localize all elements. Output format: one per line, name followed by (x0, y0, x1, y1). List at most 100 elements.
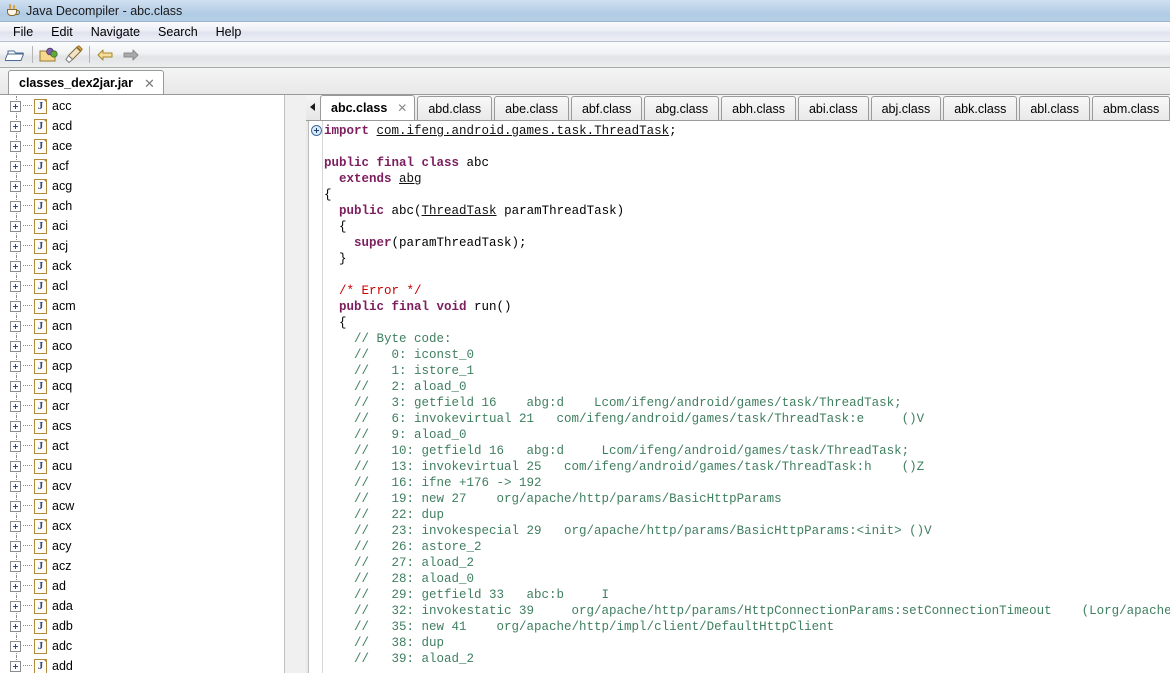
expand-plus-icon[interactable] (10, 221, 21, 232)
tree-item-acm[interactable]: Jacm (0, 296, 285, 316)
tree-item-acv[interactable]: Jacv (0, 476, 285, 496)
expand-plus-icon[interactable] (10, 321, 21, 332)
tab-label: abk.class (954, 102, 1006, 116)
tree-item-acu[interactable]: Jacu (0, 456, 285, 476)
tree-item-ace[interactable]: Jace (0, 136, 285, 156)
menu-item-help[interactable]: Help (207, 23, 251, 41)
tree-item-acw[interactable]: Jacw (0, 496, 285, 516)
expand-plus-icon[interactable] (10, 121, 21, 132)
tree-item-ack[interactable]: Jack (0, 256, 285, 276)
menu-item-search[interactable]: Search (149, 23, 207, 41)
expand-plus-icon[interactable] (10, 401, 21, 412)
code-token-lnk[interactable]: abg (399, 172, 422, 186)
folding-gutter[interactable] (306, 121, 323, 673)
tree-item-acd[interactable]: Jacd (0, 116, 285, 136)
expand-plus-icon[interactable] (10, 201, 21, 212)
jar-tab-strip: classes_dex2jar.jar ✕ (0, 68, 1170, 95)
code-area[interactable]: import com.ifeng.android.games.task.Thre… (306, 121, 1170, 673)
tree-item-add[interactable]: Jadd (0, 656, 285, 673)
tree-item-acf[interactable]: Jacf (0, 156, 285, 176)
tree-item-acy[interactable]: Jacy (0, 536, 285, 556)
tree-item-adc[interactable]: Jadc (0, 636, 285, 656)
expand-plus-icon[interactable] (10, 141, 21, 152)
tab-abe-class[interactable]: abe.class (494, 96, 569, 120)
tree-item-acr[interactable]: Jacr (0, 396, 285, 416)
open-file-icon[interactable] (5, 44, 27, 66)
brush-icon[interactable] (62, 44, 84, 66)
jar-tab-classes-dex2jar[interactable]: classes_dex2jar.jar ✕ (8, 70, 164, 95)
expand-plus-icon[interactable] (10, 361, 21, 372)
tab-abc-class[interactable]: abc.class✕ (320, 95, 415, 120)
code-token-cmt: // 32: invokestatic 39 org/apache/http/p… (354, 604, 1170, 618)
tree-item-acs[interactable]: Jacs (0, 416, 285, 436)
source-code-text[interactable]: import com.ifeng.android.games.task.Thre… (324, 121, 1170, 673)
expand-plus-icon[interactable] (10, 621, 21, 632)
expand-plus-icon[interactable] (10, 601, 21, 612)
expand-plus-icon[interactable] (10, 181, 21, 192)
tree-item-ada[interactable]: Jada (0, 596, 285, 616)
expand-plus-icon[interactable] (10, 261, 21, 272)
tree-item-aco[interactable]: Jaco (0, 336, 285, 356)
expand-plus-icon[interactable] (10, 161, 21, 172)
expand-plus-icon[interactable] (10, 101, 21, 112)
expand-plus-icon[interactable] (10, 641, 21, 652)
expand-plus-icon[interactable] (10, 581, 21, 592)
java-class-file-icon: J (34, 239, 47, 254)
tree-item-acx[interactable]: Jacx (0, 516, 285, 536)
tree-item-acc[interactable]: Jacc (0, 96, 285, 116)
open-type-icon[interactable] (38, 44, 60, 66)
tree-item-acj[interactable]: Jacj (0, 236, 285, 256)
tree-item-acg[interactable]: Jacg (0, 176, 285, 196)
expand-plus-icon[interactable] (10, 481, 21, 492)
code-token-lnk[interactable]: ThreadTask (422, 204, 497, 218)
tree-item-ad[interactable]: Jad (0, 576, 285, 596)
code-line: // Byte code: (324, 331, 1170, 347)
tab-close-icon[interactable]: ✕ (397, 102, 407, 114)
tree-item-acn[interactable]: Jacn (0, 316, 285, 336)
menu-item-file[interactable]: File (4, 23, 42, 41)
back-arrow-icon[interactable] (95, 44, 117, 66)
expand-plus-icon[interactable] (10, 461, 21, 472)
expand-plus-icon[interactable] (10, 521, 21, 532)
expand-plus-icon[interactable] (10, 241, 21, 252)
tab-abg-class[interactable]: abg.class (644, 96, 719, 120)
code-token-lnk[interactable]: com.ifeng.android.games.task.ThreadTask (377, 124, 670, 138)
menu-item-edit[interactable]: Edit (42, 23, 82, 41)
tree-item-acl[interactable]: Jacl (0, 276, 285, 296)
java-class-file-icon: J (34, 339, 47, 354)
tree-item-adb[interactable]: Jadb (0, 616, 285, 636)
fold-expand-icon[interactable] (311, 125, 322, 136)
tab-abl-class[interactable]: abl.class (1019, 96, 1090, 120)
forward-arrow-icon[interactable] (119, 44, 141, 66)
expand-plus-icon[interactable] (10, 421, 21, 432)
tab-abj-class[interactable]: abj.class (871, 96, 942, 120)
tree-item-acz[interactable]: Jacz (0, 556, 285, 576)
tab-abm-class[interactable]: abm.class (1092, 96, 1170, 120)
tree-item-aci[interactable]: Jaci (0, 216, 285, 236)
tab-abf-class[interactable]: abf.class (571, 96, 642, 120)
expand-plus-icon[interactable] (10, 501, 21, 512)
code-token-cmt: // 2: aload_0 (354, 380, 467, 394)
close-icon[interactable]: ✕ (144, 77, 155, 90)
expand-plus-icon[interactable] (10, 341, 21, 352)
tree-item-acp[interactable]: Jacp (0, 356, 285, 376)
tab-abk-class[interactable]: abk.class (943, 96, 1017, 120)
expand-plus-icon[interactable] (10, 441, 21, 452)
tab-abi-class[interactable]: abi.class (798, 96, 869, 120)
expand-plus-icon[interactable] (10, 661, 21, 672)
expand-plus-icon[interactable] (10, 541, 21, 552)
expand-plus-icon[interactable] (10, 281, 21, 292)
expand-plus-icon[interactable] (10, 381, 21, 392)
expand-plus-icon[interactable] (10, 301, 21, 312)
menu-item-navigate[interactable]: Navigate (82, 23, 149, 41)
tab-scroll-left-icon[interactable] (306, 95, 320, 120)
tab-abd-class[interactable]: abd.class (417, 96, 492, 120)
tab-abh-class[interactable]: abh.class (721, 96, 796, 120)
code-token-pln (324, 636, 354, 650)
tree-item-label: acy (52, 539, 71, 553)
expand-plus-icon[interactable] (10, 561, 21, 572)
tree-item-act[interactable]: Jact (0, 436, 285, 456)
tree-item-acq[interactable]: Jacq (0, 376, 285, 396)
code-token-cmt: // 23: invokespecial 29 org/apache/http/… (354, 524, 932, 538)
tree-item-ach[interactable]: Jach (0, 196, 285, 216)
